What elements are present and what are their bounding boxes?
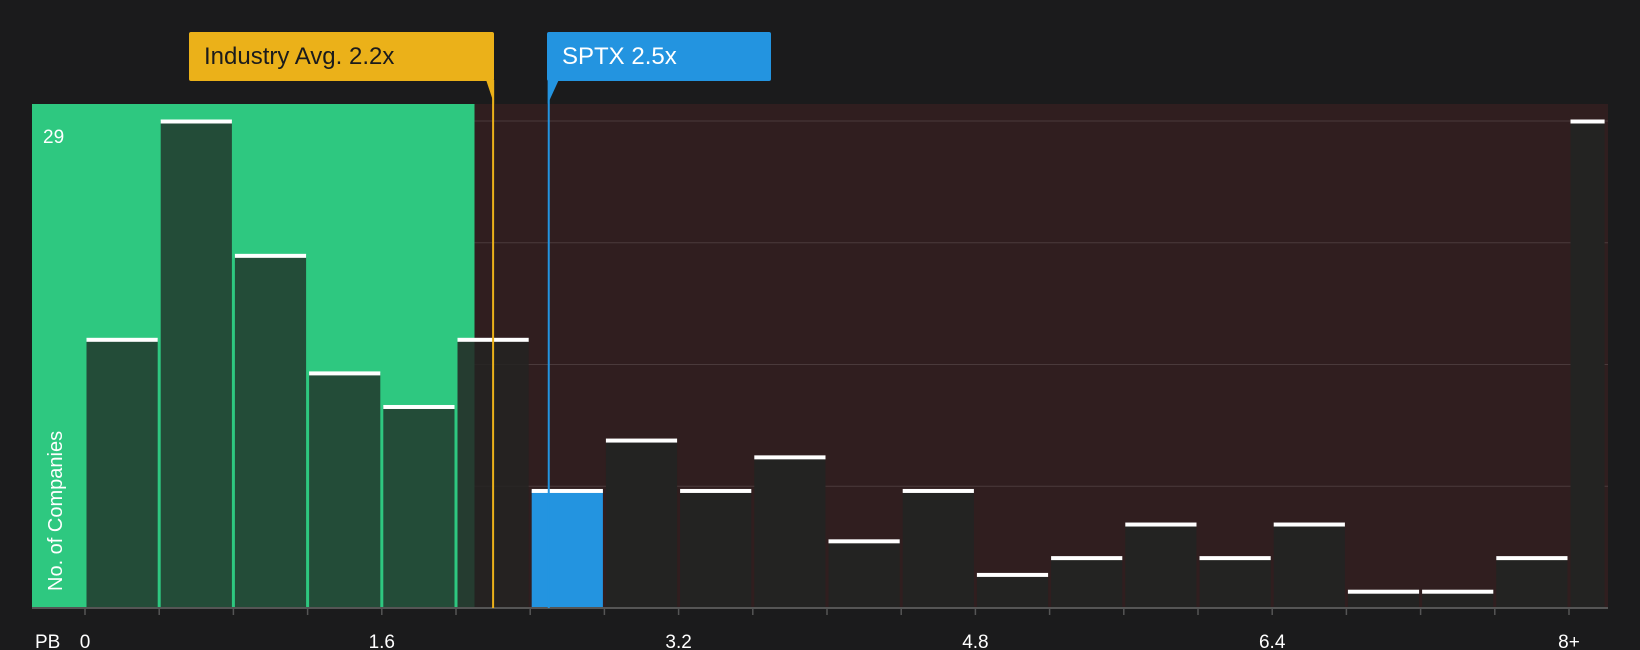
bar-top-cap — [1570, 119, 1605, 124]
histogram-bar — [531, 490, 603, 608]
bar-top-cap — [160, 119, 232, 124]
bar-top-cap — [309, 371, 381, 376]
histogram-bar — [309, 372, 381, 608]
bar-top-cap — [1125, 522, 1197, 527]
histogram-bar — [828, 540, 900, 608]
histogram-bar — [1273, 524, 1345, 608]
bar-top-cap — [605, 438, 678, 443]
bar-top-cap — [828, 539, 900, 544]
y-max-label: 29 — [43, 127, 64, 148]
histogram-bar — [1496, 557, 1568, 608]
company-label: SPTX 2.5x — [562, 43, 677, 70]
bar-top-cap — [680, 488, 752, 493]
histogram-bar — [1422, 591, 1494, 608]
x-tick-label: 3.2 — [665, 632, 691, 650]
pb-distribution-chart: 0 1.6 3.2 4.8 6.4 8+ Industry Avg. 2.2x SPTX 2… — [0, 0, 1640, 650]
histogram-bar — [902, 490, 974, 608]
bar-top-cap — [1051, 556, 1123, 561]
x-tick-label: 1.6 — [369, 632, 395, 650]
x-tick-label: 8+ — [1558, 632, 1580, 650]
x-tick-label: 6.4 — [1259, 632, 1286, 650]
histogram-bar — [234, 255, 307, 608]
bar-top-cap — [234, 253, 307, 258]
industry-average-label: Industry Avg. 2.2x — [204, 43, 394, 70]
histogram-bar — [160, 121, 232, 608]
bar-top-cap — [86, 337, 158, 342]
histogram-bar — [383, 406, 455, 608]
bar-top-cap — [1199, 556, 1271, 561]
x-tick-label: 4.8 — [962, 632, 988, 650]
bar-top-cap — [1347, 589, 1420, 594]
bar-top-cap — [976, 572, 1049, 577]
histogram-bar — [1199, 557, 1271, 608]
histogram-bar — [605, 440, 678, 608]
bar-top-cap — [902, 488, 974, 493]
histogram-bar — [754, 456, 826, 608]
bar-top-cap — [531, 488, 603, 493]
histogram-bar — [976, 574, 1049, 608]
bar-top-cap — [1273, 522, 1345, 527]
histogram-bar — [1051, 557, 1123, 608]
x-axis-label: PB — [35, 632, 60, 650]
bar-top-cap — [383, 404, 455, 409]
histogram-bar — [680, 490, 752, 608]
bar-top-cap — [1496, 556, 1568, 561]
bar-top-cap — [1422, 589, 1494, 594]
histogram-bar — [1347, 591, 1420, 608]
bar-top-cap — [754, 455, 826, 460]
histogram-bar — [1570, 121, 1605, 608]
x-tick-label: 0 — [80, 632, 91, 650]
histogram-bar — [86, 339, 158, 608]
histogram-bar — [1125, 524, 1197, 608]
y-axis-label: No. of Companies — [45, 431, 67, 591]
